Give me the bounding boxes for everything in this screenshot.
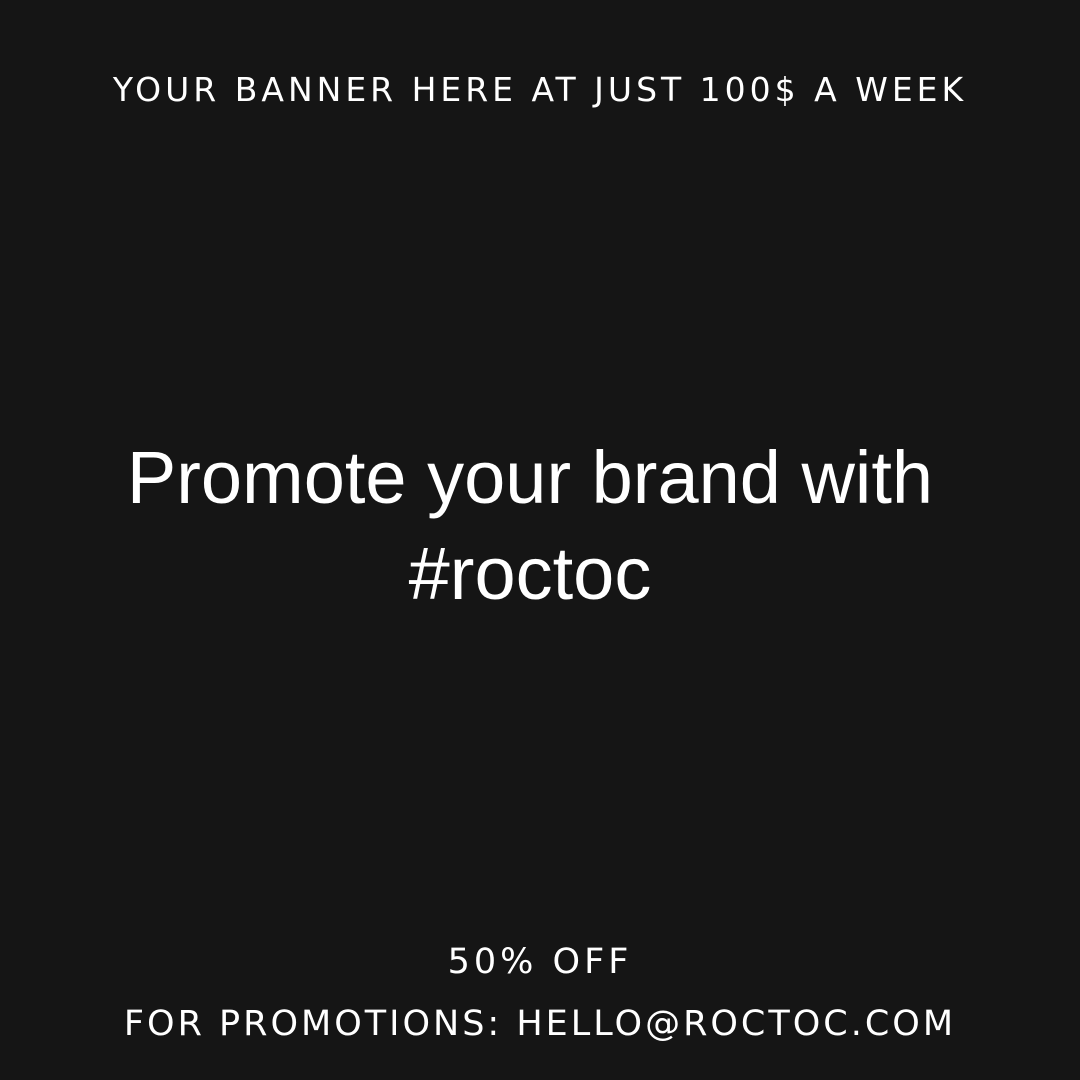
headline-hashtag: #roctoc: [408, 532, 652, 615]
ad-banner: YOUR BANNER HERE AT JUST 100$ A WEEK Pro…: [0, 0, 1080, 1080]
banner-price-text: YOUR BANNER HERE AT JUST 100$ A WEEK: [112, 70, 968, 109]
headline: Promote your brand with #roctoc: [0, 430, 1080, 622]
discount-text: 50% OFF: [447, 942, 633, 982]
headline-line-1: Promote your brand with: [126, 436, 934, 519]
contact-email-text: FOR PROMOTIONS: HELLO@ROCTOC.COM: [123, 1004, 957, 1044]
